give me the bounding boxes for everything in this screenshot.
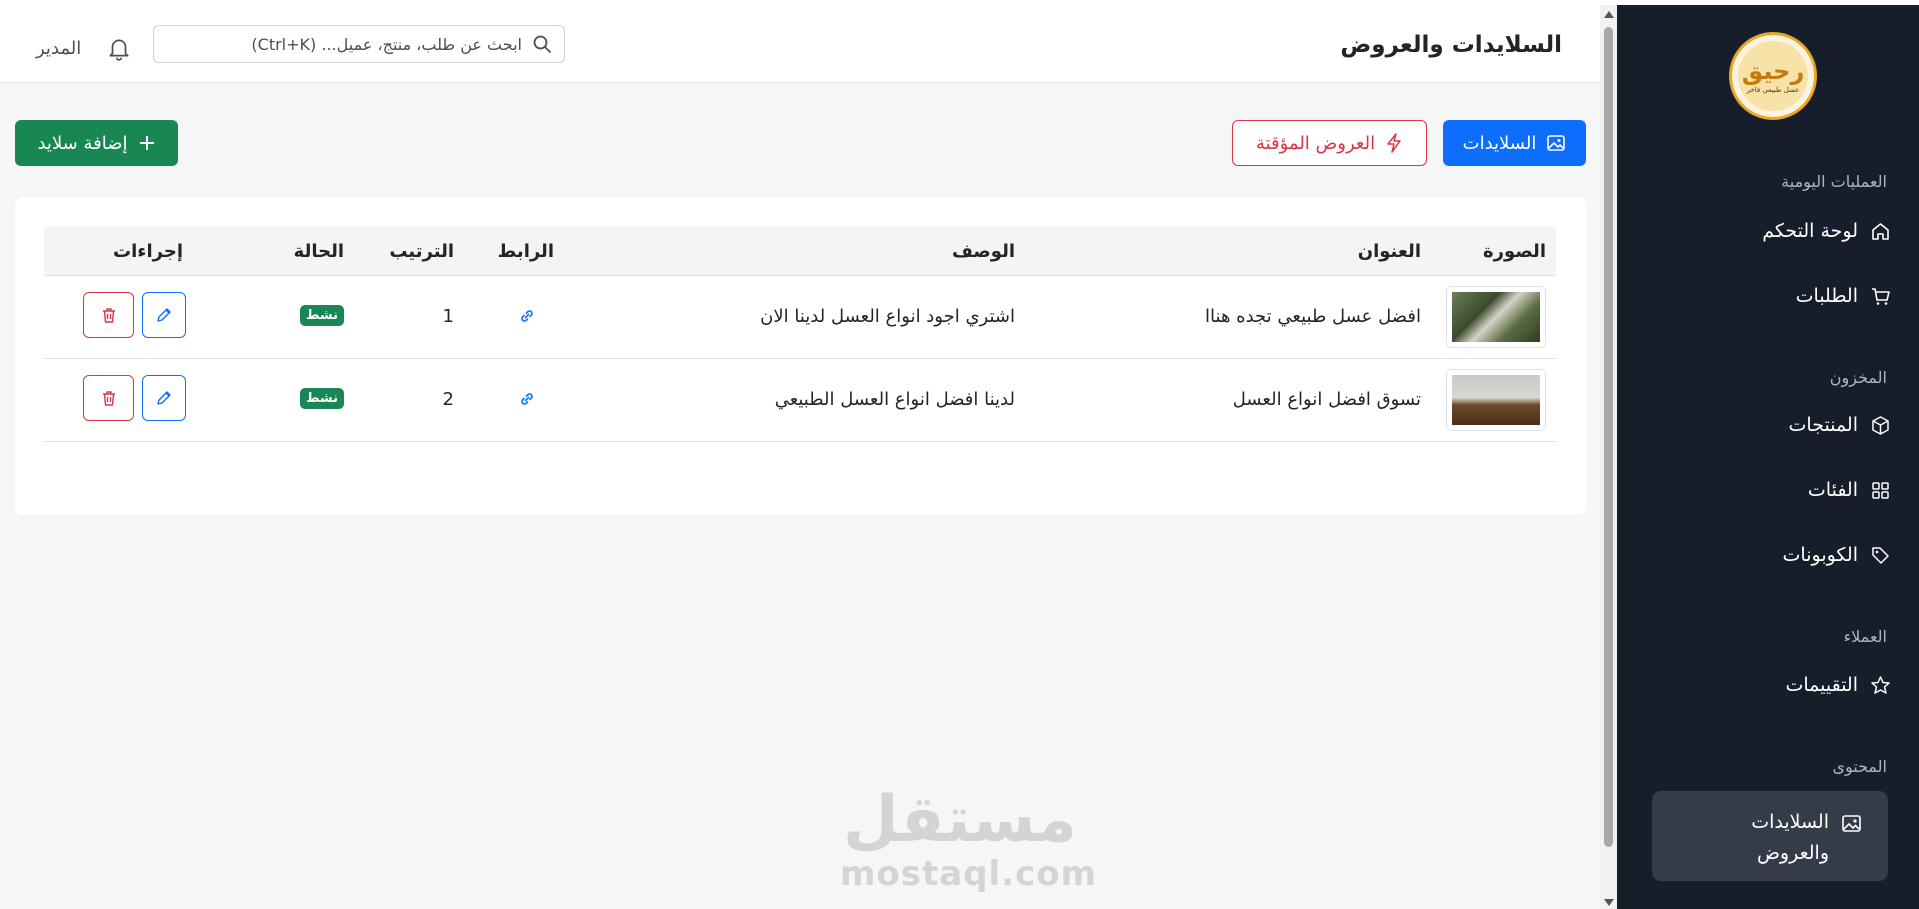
link-icon[interactable] bbox=[518, 390, 536, 408]
watermark-arabic: مستقل bbox=[842, 783, 1078, 857]
search-box[interactable] bbox=[153, 25, 565, 63]
section-content: المحتوى bbox=[1832, 757, 1887, 776]
status-badge: نشط bbox=[299, 388, 344, 409]
section-inventory: المخزون bbox=[1829, 368, 1887, 387]
sidebar-item-reviews[interactable]: التقييمات bbox=[1785, 674, 1891, 696]
logo-mark: رحيق bbox=[1741, 57, 1805, 85]
pencil-icon bbox=[157, 308, 171, 322]
grid-icon bbox=[1872, 481, 1889, 499]
table-row: تسوق افضل انواع العسل لدينا افضل انواع ا… bbox=[44, 359, 1556, 442]
sidebar-item-label: لوحة التحكم bbox=[1762, 220, 1858, 242]
sidebar-item-label: الكوبونات bbox=[1782, 544, 1858, 566]
sidebar-item-products[interactable]: المنتجات bbox=[1789, 414, 1891, 436]
watermark: مستقل mostaql.com bbox=[840, 783, 1098, 894]
header-order: الترتيب bbox=[389, 241, 454, 262]
slide-image bbox=[1452, 375, 1540, 425]
slide-title: افضل عسل طبيعي تجده هنا‎ا bbox=[1205, 306, 1421, 327]
sidebar-item-label-line2: والعروض bbox=[1756, 842, 1829, 864]
top-header: السلايدات والعروض المدير bbox=[0, 5, 1600, 83]
box-icon bbox=[1872, 415, 1889, 435]
trash-icon bbox=[102, 308, 115, 323]
page-title: السلايدات والعروض bbox=[1340, 32, 1562, 58]
delete-button[interactable] bbox=[83, 375, 134, 421]
section-daily-ops: العمليات اليومية bbox=[1781, 172, 1887, 191]
scroll-down-arrow-icon[interactable] bbox=[1604, 899, 1614, 906]
header-image: الصورة bbox=[1483, 241, 1546, 262]
page-scrollbar[interactable] bbox=[1600, 5, 1617, 909]
sidebar: رحيق عسل طبيعي فاخر العمليات اليومية لوح… bbox=[1617, 5, 1919, 909]
sliders-tab-button[interactable]: السلايدات bbox=[1443, 120, 1586, 166]
slide-title: تسوق افضل انواع العسل bbox=[1232, 389, 1421, 410]
plus-icon bbox=[139, 136, 154, 150]
sidebar-item-sliders[interactable]: السلايدات والعروض bbox=[1652, 791, 1888, 881]
sidebar-item-label-line1: السلايدات bbox=[1751, 811, 1829, 833]
sliders-table: الصورة العنوان الوصف الرابط الترتيب الحا… bbox=[44, 226, 1556, 442]
add-slide-label: إضافة سلايد bbox=[37, 132, 128, 154]
bell-icon[interactable] bbox=[106, 35, 132, 61]
trash-icon bbox=[102, 391, 115, 406]
sliders-card: الصورة العنوان الوصف الرابط الترتيب الحا… bbox=[15, 197, 1586, 515]
lightning-icon bbox=[1387, 133, 1401, 153]
header-link: الرابط bbox=[497, 241, 554, 262]
slide-description: اشتري اجود انواع العسل لدينا الان bbox=[760, 306, 1015, 327]
sidebar-item-label: الفئات bbox=[1807, 479, 1858, 501]
edit-button[interactable] bbox=[142, 375, 186, 421]
sidebar-item-dashboard[interactable]: لوحة التحكم bbox=[1762, 220, 1891, 242]
scroll-up-arrow-icon[interactable] bbox=[1604, 11, 1614, 18]
status-badge: نشط bbox=[299, 305, 344, 326]
logo-badge: رحيق عسل طبيعي فاخر bbox=[1738, 41, 1808, 111]
star-icon bbox=[1871, 675, 1890, 694]
table-row: افضل عسل طبيعي تجده هنا‎ا اشتري اجود انو… bbox=[44, 276, 1556, 359]
slide-description: لدينا افضل انواع العسل الطبيعي bbox=[774, 389, 1015, 410]
section-customers: العملاء bbox=[1843, 627, 1887, 646]
timed-offers-button[interactable]: العروض المؤقتة bbox=[1232, 120, 1427, 166]
search-input[interactable] bbox=[182, 34, 522, 54]
slide-thumbnail[interactable] bbox=[1446, 286, 1546, 348]
slide-thumbnail[interactable] bbox=[1446, 369, 1546, 431]
table-header-row: الصورة العنوان الوصف الرابط الترتيب الحا… bbox=[44, 226, 1556, 276]
brand-logo[interactable]: رحيق عسل طبيعي فاخر bbox=[1729, 32, 1817, 120]
watermark-latin: mostaql.com bbox=[840, 854, 1098, 894]
search-icon bbox=[533, 35, 551, 53]
image-icon bbox=[1842, 815, 1861, 832]
sidebar-item-orders[interactable]: الطلبات bbox=[1796, 285, 1891, 307]
pencil-icon bbox=[157, 391, 171, 405]
sliders-tab-label: السلايدات bbox=[1462, 132, 1537, 154]
edit-button[interactable] bbox=[142, 292, 186, 338]
sidebar-item-label: السلايدات والعروض bbox=[1751, 807, 1829, 869]
sidebar-item-coupons[interactable]: الكوبونات bbox=[1783, 544, 1891, 566]
header-title: العنوان bbox=[1357, 241, 1421, 262]
delete-button[interactable] bbox=[83, 292, 134, 338]
sidebar-item-label: المنتجات bbox=[1788, 414, 1858, 436]
user-name[interactable]: المدير bbox=[36, 38, 81, 59]
home-icon bbox=[1872, 222, 1889, 240]
timed-offers-label: العروض المؤقتة bbox=[1255, 132, 1376, 154]
slide-order: 2 bbox=[442, 389, 454, 410]
header-status: الحالة bbox=[293, 241, 344, 262]
sidebar-item-label: التقييمات bbox=[1785, 674, 1858, 696]
tag-icon bbox=[1872, 546, 1889, 564]
slide-image bbox=[1452, 292, 1540, 342]
add-slide-button[interactable]: إضافة سلايد bbox=[15, 120, 178, 166]
slide-order: 1 bbox=[442, 306, 454, 327]
sidebar-item-categories[interactable]: الفئات bbox=[1808, 479, 1891, 501]
header-description: الوصف bbox=[951, 241, 1015, 262]
link-icon[interactable] bbox=[518, 307, 536, 325]
scroll-thumb[interactable] bbox=[1604, 27, 1613, 847]
header-actions: إجراءات bbox=[113, 241, 183, 262]
image-icon bbox=[1547, 135, 1566, 151]
cart-icon bbox=[1872, 287, 1890, 305]
logo-subtitle: عسل طبيعي فاخر bbox=[1746, 86, 1800, 94]
sidebar-item-label: الطلبات bbox=[1795, 285, 1858, 307]
